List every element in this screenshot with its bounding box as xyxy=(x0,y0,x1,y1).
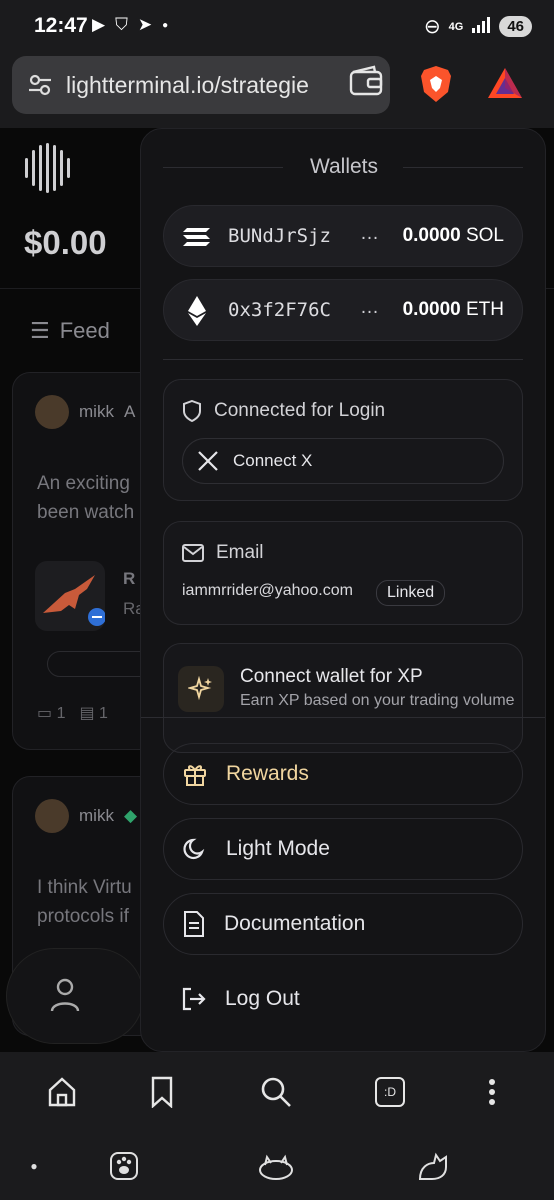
dnd-icon: ⊖ xyxy=(423,16,441,38)
token-symbol: R xyxy=(123,569,136,588)
status-time: 12:47 xyxy=(34,14,88,37)
wallet-address: 0x3f2F76C xyxy=(228,299,331,321)
connect-x-button[interactable]: Connect X xyxy=(182,438,504,484)
tab-feed[interactable]: ☰ Feed xyxy=(30,318,110,344)
user-icon xyxy=(50,978,80,1012)
site-settings-icon[interactable] xyxy=(26,71,54,99)
paw-back-icon[interactable] xyxy=(104,1146,144,1186)
logout-icon xyxy=(182,987,206,1011)
xp-card[interactable]: Connect wallet for XP Earn XP based on y… xyxy=(163,643,523,753)
cat-recents-icon[interactable] xyxy=(414,1146,454,1186)
home-button[interactable] xyxy=(42,1072,82,1112)
wallet-row-sol[interactable]: BUNdJrSjz … 0.0000 SOL xyxy=(163,205,523,267)
post-text: An exciting been watch xyxy=(37,473,135,523)
shield-icon xyxy=(183,400,201,422)
email-address: iammrrider@yahoo.com xyxy=(182,582,353,599)
email-heading: Email xyxy=(182,542,264,564)
brave-notification-icon: ⛉ xyxy=(115,15,128,34)
ethereum-icon xyxy=(188,296,206,326)
search-icon xyxy=(261,1077,291,1107)
document-icon[interactable]: ▤ 1 xyxy=(79,703,107,723)
system-navigation-bar: ● xyxy=(0,1132,554,1200)
lightterminal-logo xyxy=(25,143,70,193)
post-username[interactable]: mikk xyxy=(79,806,114,826)
document-icon xyxy=(184,911,204,937)
rewards-triangle-icon[interactable] xyxy=(486,66,524,100)
wallet-icon[interactable] xyxy=(348,64,384,100)
wallet-row-eth[interactable]: 0x3f2F76C … 0.0000 ETH xyxy=(163,279,523,341)
url-text[interactable]: lightterminal.io/strategie xyxy=(66,72,336,99)
account-dropdown: Wallets BUNdJrSjz … 0.0000 SOL 0x3f2F76C… xyxy=(140,128,546,1052)
notification-icons: ▶ ⛉ ➤ ● xyxy=(92,15,168,35)
cat-home-icon[interactable] xyxy=(256,1146,296,1186)
post-badge: A xyxy=(123,402,136,421)
xp-title: Connect wallet for XP xyxy=(240,666,423,687)
login-heading: Connected for Login xyxy=(182,400,385,422)
browser-bottom-nav: :D xyxy=(0,1052,554,1132)
wallet-ellipsis: … xyxy=(360,223,379,244)
moon-icon xyxy=(183,838,205,860)
bookmark-icon xyxy=(151,1076,173,1108)
post-text: I think Virtu protocols if xyxy=(37,877,132,927)
bookmark-button[interactable] xyxy=(142,1072,182,1112)
x-logo-icon xyxy=(198,451,218,471)
system-status-icons: ⊖ 4G 46 xyxy=(424,14,532,39)
brave-shields-icon[interactable] xyxy=(418,64,454,104)
solana-icon xyxy=(183,228,210,246)
documentation-link[interactable]: Documentation xyxy=(163,893,523,955)
media-icon: ▶ xyxy=(92,15,106,34)
logout-button[interactable]: Log Out xyxy=(163,968,523,1030)
email-card: Email iammrrider@yahoo.com Linked xyxy=(163,521,523,625)
post-author[interactable]: mikk A xyxy=(35,395,135,429)
battery-indicator: 46 xyxy=(499,16,532,37)
divider xyxy=(163,359,523,360)
token-thumbnail[interactable] xyxy=(35,561,106,631)
post-meta: ▭ 1 ▤ 1 xyxy=(37,703,108,723)
avatar[interactable] xyxy=(35,395,69,429)
dot-icon: ● xyxy=(162,19,169,31)
more-menu-button[interactable] xyxy=(472,1072,512,1112)
status-bar: 12:47 ▶ ⛉ ➤ ● ⊖ 4G 46 xyxy=(0,0,554,52)
gift-icon xyxy=(184,765,206,786)
light-mode-toggle[interactable]: Light Mode xyxy=(163,818,523,880)
browser-toolbar: lightterminal.io/strategie xyxy=(0,52,554,128)
signal-icon xyxy=(471,17,491,36)
network-label: 4G xyxy=(448,20,464,33)
telegram-icon: ➤ xyxy=(137,15,153,34)
tabs-counter-icon: :D xyxy=(375,1077,405,1107)
post-author[interactable]: mikk ◆ xyxy=(35,799,137,833)
home-icon xyxy=(48,1077,76,1107)
wallet-balance: 0.0000 SOL xyxy=(402,225,504,246)
search-button[interactable] xyxy=(256,1072,296,1112)
wallet-ellipsis: … xyxy=(360,297,379,318)
status-badge: Linked xyxy=(376,580,446,606)
gem-icon: ◆ xyxy=(123,806,138,825)
mail-icon xyxy=(182,544,204,562)
nav-dot-icon: ● xyxy=(30,1159,38,1173)
list-icon: ☰ xyxy=(30,318,50,343)
more-vertical-icon xyxy=(489,1079,495,1105)
post-username[interactable]: mikk xyxy=(79,402,114,422)
login-connection-card: Connected for Login Connect X xyxy=(163,379,523,501)
feed-label: Feed xyxy=(59,318,110,343)
kangaroo-icon xyxy=(43,575,106,626)
sparkle-icon xyxy=(178,666,224,712)
address-bar[interactable]: lightterminal.io/strategie xyxy=(12,56,390,114)
avatar[interactable] xyxy=(35,799,69,833)
profile-button[interactable] xyxy=(6,948,144,1044)
wallet-balance: 0.0000 ETH xyxy=(402,299,504,320)
divider xyxy=(141,717,545,718)
wallet-address: BUNdJrSjz xyxy=(228,225,331,247)
xp-subtitle: Earn XP based on your trading volume xyxy=(240,692,515,709)
wallets-heading: Wallets xyxy=(309,155,379,178)
balance-amount: $0.00 xyxy=(24,224,107,261)
tabs-button[interactable]: :D xyxy=(370,1072,410,1112)
comment-icon[interactable]: ▭ 1 xyxy=(37,703,65,723)
rewards-button[interactable]: Rewards xyxy=(163,743,523,805)
